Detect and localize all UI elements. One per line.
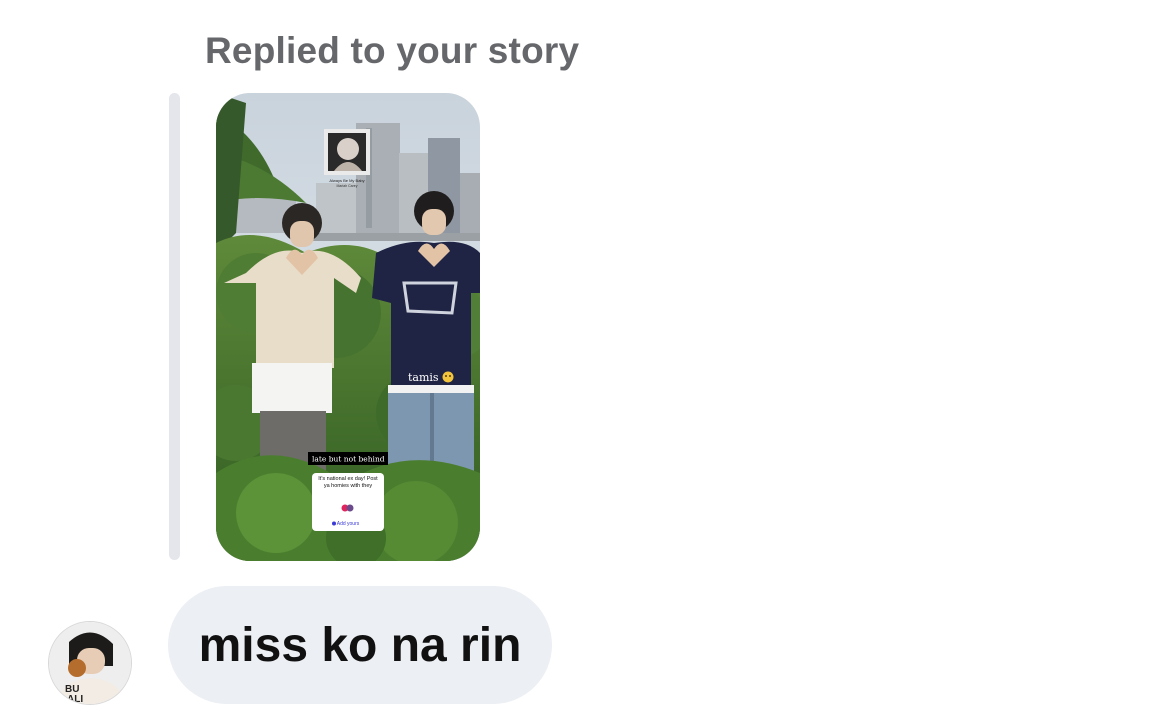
story-thumbnail[interactable]: Always Be My Baby Mariah Carey tamis lat… [216, 93, 480, 561]
reply-header: Replied to your story [205, 30, 580, 71]
avatar[interactable]: BU ALI [48, 621, 132, 705]
caption-sticker: tamis [408, 371, 454, 384]
avatar-shirt-text-2: ALI [67, 694, 83, 705]
prompt-button: Add yours [337, 521, 360, 527]
music-title: Always Be My Baby [329, 178, 364, 183]
quote-bar [169, 93, 180, 560]
message-bubble[interactable]: miss ko na rin [168, 586, 552, 704]
text-sticker-label: late but not behind [312, 455, 385, 464]
prompt-text: It's national ex day! Post ya homies wit… [318, 476, 378, 489]
avatar-image: BU ALI [49, 622, 131, 705]
add-yours-sticker: It's national ex day! Post ya homies wit… [312, 473, 384, 531]
story-caption: tamis [408, 371, 439, 384]
text-sticker: late but not behind [308, 452, 388, 465]
story-image: Always Be My Baby Mariah Carey tamis lat… [216, 93, 480, 561]
music-artist: Mariah Carey [336, 184, 357, 188]
message-text: miss ko na rin [198, 618, 522, 672]
music-sticker: Always Be My Baby Mariah Carey [324, 129, 370, 188]
